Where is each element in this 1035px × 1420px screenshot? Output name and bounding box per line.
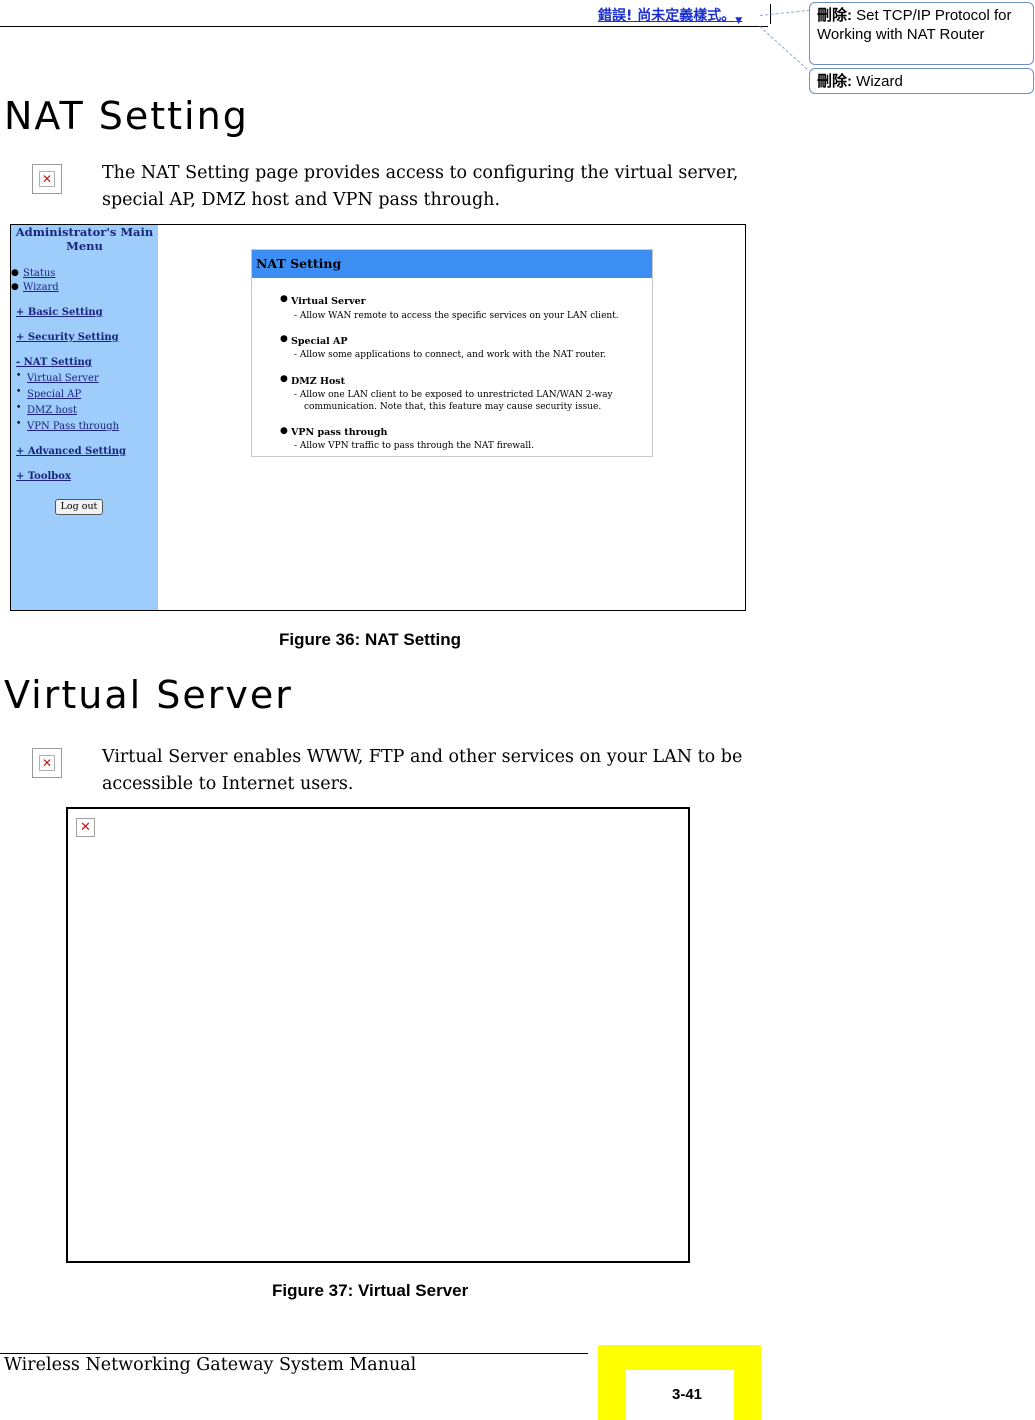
revision-balloon[interactable]: 刪除: Set TCP/IP Protocol for Working with… [809, 2, 1034, 65]
figure-virtual-server-image: ✕ [66, 807, 690, 1263]
broken-image-icon: ✕ [76, 818, 95, 837]
menu-link-special-ap[interactable]: Special AP [27, 389, 81, 400]
bullet-icon: ● [11, 268, 19, 278]
menu-title: Administrator's Main Menu [15, 225, 154, 253]
revision-balloon[interactable]: 刪除: Wizard [809, 68, 1034, 94]
logout-button[interactable]: Log out [55, 499, 103, 515]
panel-item-desc: - Allow some applications to connect, an… [294, 350, 607, 360]
balloon-leader-line [760, 9, 810, 16]
header-rule [0, 26, 768, 27]
menu-link-virtual-server[interactable]: Virtual Server [27, 373, 99, 384]
section-heading-virtual-server: Virtual Server [4, 673, 293, 717]
bullet-icon: ● [280, 426, 288, 436]
bullet-icon: • [16, 419, 22, 429]
menu-link-dmz-host[interactable]: DMZ host [27, 405, 77, 416]
admin-menu-sidebar: Administrator's Main Menu ● Status ● Wiz… [11, 225, 158, 610]
menu-link-status[interactable]: Status [23, 268, 55, 279]
menu-link-vpn-pass-through[interactable]: VPN Pass through [27, 421, 119, 432]
section-paragraph: Virtual Server enables WWW, FTP and othe… [102, 747, 743, 794]
panel-item-name: Special AP [291, 336, 348, 347]
panel-item-name: DMZ Host [291, 376, 346, 387]
footer-title: Wireless Networking Gateway System Manua… [4, 1355, 417, 1375]
bullet-icon: ● [280, 294, 288, 304]
menu-link-security-setting[interactable]: + Security Setting [16, 332, 119, 343]
menu-link-advanced-setting[interactable]: + Advanced Setting [16, 446, 126, 457]
panel-item-desc: - Allow one LAN client to be exposed to … [294, 390, 613, 400]
figure-caption: Figure 37: Virtual Server [272, 1281, 469, 1300]
menu-link-wizard[interactable]: Wizard [23, 282, 59, 293]
balloon-text: Wizard [856, 73, 903, 90]
menu-link-basic-setting[interactable]: + Basic Setting [16, 307, 103, 318]
nat-setting-panel: NAT Setting ● Virtual Server - Allow WAN… [251, 249, 653, 457]
panel-item-desc: - Allow WAN remote to access the specifi… [294, 311, 619, 321]
balloon-prefix: 刪除: [817, 7, 852, 24]
panel-item-desc: - Allow VPN traffic to pass through the … [294, 441, 535, 451]
bullet-icon: • [16, 371, 22, 381]
header-error-field[interactable]: 錯誤! 尚未定義樣式。▼ [598, 5, 742, 26]
note-icon: ✕ [32, 748, 62, 778]
bullet-icon: • [16, 403, 22, 413]
footer-rule [0, 1353, 588, 1354]
bullet-icon: ● [280, 334, 288, 344]
note-icon: ✕ [32, 164, 62, 194]
menu-link-nat-setting[interactable]: - NAT Setting [16, 357, 92, 368]
figure-caption: Figure 36: NAT Setting [279, 630, 461, 649]
section-paragraph: The NAT Setting page provides access to … [102, 163, 739, 210]
balloon-leader-line [759, 26, 808, 70]
page-number: 3-41 [672, 1386, 703, 1403]
panel-item-desc: communication. Note that, this feature m… [304, 402, 602, 412]
figure-nat-setting-screenshot: Administrator's Main Menu ● Status ● Wiz… [10, 224, 746, 611]
panel-item-name: Virtual Server [291, 296, 366, 307]
bullet-icon: • [16, 387, 22, 397]
panel-item-name: VPN pass through [291, 427, 388, 438]
bullet-icon: ● [280, 374, 288, 384]
bullet-icon: ● [11, 282, 19, 292]
panel-title: NAT Setting [252, 250, 652, 278]
broken-image-icon: ✕ [39, 171, 55, 187]
header-error-text: 錯誤! 尚未定義樣式。 [598, 8, 736, 24]
dropdown-arrow-icon: ▼ [735, 16, 743, 26]
section-heading-nat-setting: NAT Setting [4, 94, 249, 138]
balloon-prefix: 刪除: [817, 73, 852, 90]
menu-link-toolbox[interactable]: + Toolbox [16, 471, 71, 482]
broken-image-icon: ✕ [39, 755, 55, 771]
